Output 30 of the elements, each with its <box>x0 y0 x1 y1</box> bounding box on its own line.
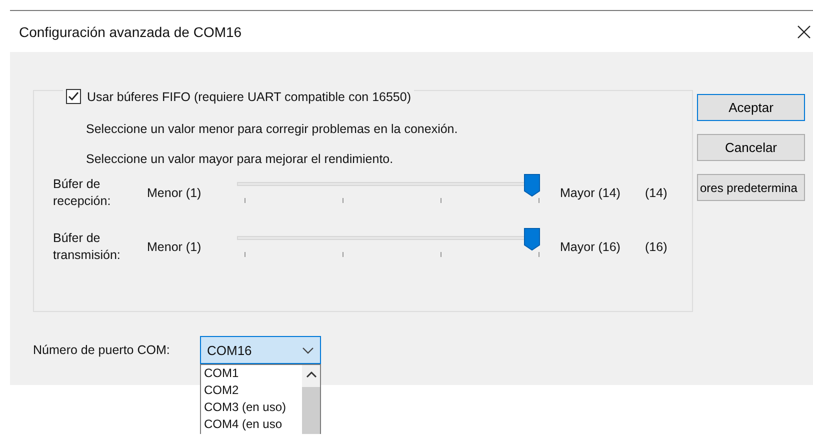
min-label: Menor (1) <box>147 240 202 254</box>
max-label: Mayor (16) <box>560 240 622 254</box>
list-item[interactable]: COM4 (en uso <box>201 416 282 433</box>
close-icon[interactable] <box>797 24 811 38</box>
hint-text: Seleccione un valor menor para corregir problemas en la conexión. <box>86 122 459 136</box>
value-reading: (16) <box>645 240 668 254</box>
checkbox[interactable] <box>66 89 81 104</box>
scroll-up-icon <box>306 371 316 379</box>
slider-label: Búfer de recepción: <box>53 176 112 210</box>
hint-text: Seleccione un valor mayor para mejorar el rendimiento. <box>86 152 394 166</box>
caret-icon <box>302 346 314 354</box>
slider-track[interactable] <box>237 174 540 197</box>
max-label: Mayor (14) <box>560 186 622 200</box>
scrollbar-thumb[interactable] <box>302 387 320 434</box>
list-item[interactable]: COM1 <box>201 365 239 382</box>
window-title: Configuración avanzada de COM16 <box>18 24 242 40</box>
dialog-button[interactable]: Aceptar <box>697 94 805 121</box>
slider-label: Búfer de transmisión: <box>53 230 122 264</box>
list-item[interactable]: COM2 <box>201 382 239 399</box>
slider-thumb[interactable] <box>524 228 540 251</box>
dropdown-value: COM16 <box>207 342 252 358</box>
dialog-button[interactable]: ores predetermina <box>697 174 805 201</box>
scrollbar[interactable] <box>302 365 320 434</box>
slider-thumb[interactable] <box>524 174 540 197</box>
value-reading: (14) <box>645 186 668 200</box>
list-item[interactable]: COM3 (en uso) <box>201 399 286 416</box>
port-label: Número de puerto COM: <box>33 343 171 357</box>
dialog-button[interactable]: Cancelar <box>697 134 805 161</box>
slider-track[interactable] <box>237 228 540 251</box>
min-label: Menor (1) <box>147 186 202 200</box>
